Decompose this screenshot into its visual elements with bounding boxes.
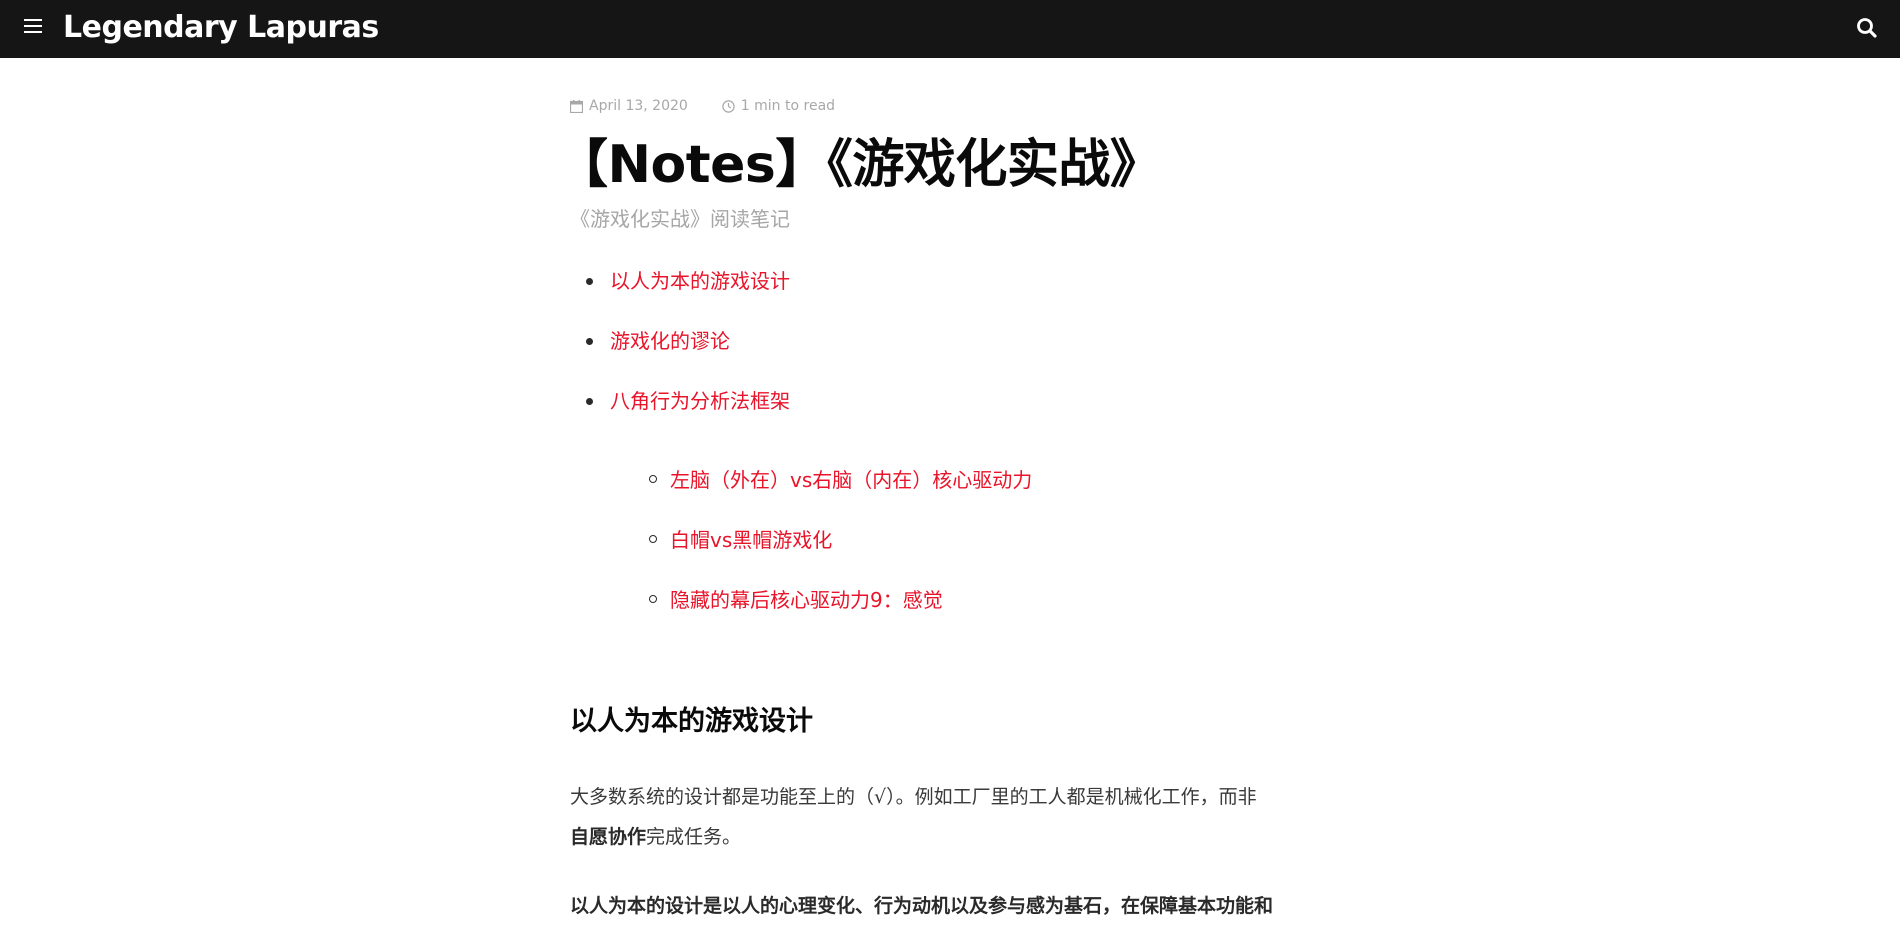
read-time: 1 min to read — [722, 98, 835, 114]
section-paragraph-bold: 以人为本的设计是以人的心理变化、行为动机以及参与感为基石，在保障基本功能和 — [570, 895, 1274, 917]
toc-subitem: 白帽vs黑帽游戏化 — [648, 525, 1032, 585]
post-title: 【Notes】《游戏化实战》 — [556, 135, 1162, 195]
post-date: April 13, 2020 — [570, 98, 688, 114]
toc-subitem: 左脑（外在）vs右脑（内在）核心驱动力 — [648, 465, 1032, 525]
post-date-text: April 13, 2020 — [589, 98, 688, 114]
paragraph-text: 大多数系统的设计都是功能至上的（√）。例如工厂里的工人都是机械化工作，而非 — [570, 786, 1257, 808]
table-of-contents-sublist: 左脑（外在）vs右脑（内在）核心驱动力 白帽vs黑帽游戏化 隐藏的幕后核心驱动力… — [648, 465, 1032, 645]
post-subtitle: 《游戏化实战》阅读笔记 — [570, 207, 790, 231]
toc-link-octalysis-framework[interactable]: 八角行为分析法框架 — [610, 389, 790, 413]
toc-link-gamification-fallacy[interactable]: 游戏化的谬论 — [610, 329, 730, 353]
toc-item: 八角行为分析法框架 — [586, 386, 790, 446]
paragraph-bold-text: 自愿协作 — [570, 826, 647, 848]
post-meta: April 13, 2020 1 min to read — [570, 98, 835, 114]
read-time-text: 1 min to read — [740, 98, 836, 114]
toc-item: 游戏化的谬论 — [586, 326, 790, 386]
toc-link-white-vs-black-hat[interactable]: 白帽vs黑帽游戏化 — [670, 528, 832, 552]
top-navigation-bar: Legendary Lapuras — [0, 0, 1900, 58]
site-title[interactable]: Legendary Lapuras — [63, 8, 379, 48]
paragraph-text: 完成任务。 — [646, 826, 742, 848]
clock-icon — [722, 99, 735, 113]
table-of-contents: 以人为本的游戏设计 游戏化的谬论 八角行为分析法框架 — [586, 266, 790, 446]
search-icon[interactable] — [1854, 15, 1880, 41]
calendar-icon — [570, 99, 583, 113]
toc-link-hidden-core-drive[interactable]: 隐藏的幕后核心驱动力9：感觉 — [670, 588, 943, 612]
section-heading: 以人为本的游戏设计 — [570, 706, 813, 737]
section-paragraph: 大多数系统的设计都是功能至上的（√）。例如工厂里的工人都是机械化工作，而非 自愿… — [570, 777, 1330, 857]
toc-subitem: 隐藏的幕后核心驱动力9：感觉 — [648, 585, 1032, 645]
toc-link-left-vs-right-brain[interactable]: 左脑（外在）vs右脑（内在）核心驱动力 — [670, 468, 1032, 492]
toc-item: 以人为本的游戏设计 — [586, 266, 790, 326]
toc-link-human-focused-design[interactable]: 以人为本的游戏设计 — [610, 269, 790, 293]
menu-icon[interactable] — [24, 18, 42, 34]
